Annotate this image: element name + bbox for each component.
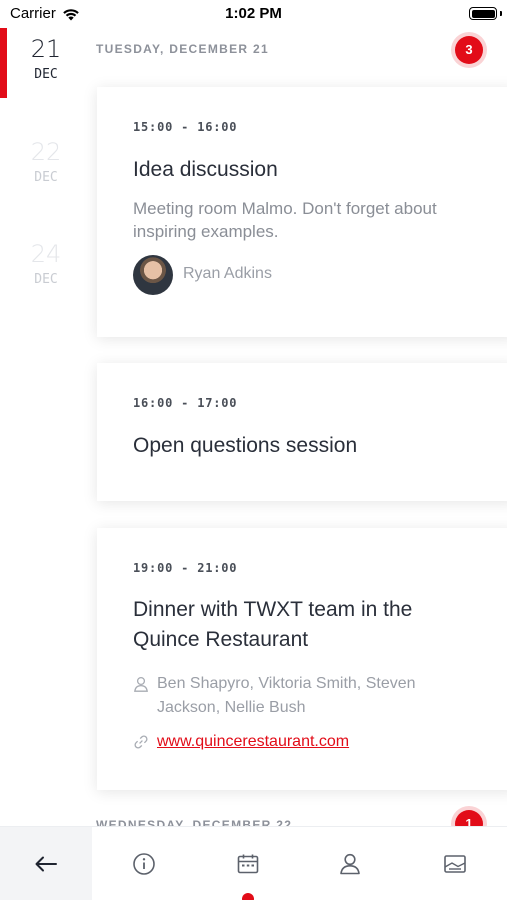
image-icon: [444, 855, 466, 873]
date-day: 22: [30, 138, 62, 166]
event-card[interactable]: 15:00 - 16:00 Idea discussion Meeting ro…: [97, 87, 507, 337]
date-item-22[interactable]: 22 DEC: [0, 137, 92, 187]
event-attendees: Ben Shapyro, Viktoria Smith, Steven Jack…: [157, 675, 416, 716]
status-time: 1:02 PM: [225, 5, 282, 22]
battery-tip: [500, 11, 502, 16]
tab-calendar[interactable]: [233, 849, 263, 879]
event-count-badge: 3: [455, 36, 483, 64]
date-day: 24: [30, 240, 62, 268]
organizer-name: Ryan Adkins: [183, 265, 272, 282]
tab-gallery[interactable]: [440, 849, 470, 879]
attendees-icon: [134, 676, 148, 692]
status-bar: Carrier 1:02 PM: [0, 0, 507, 28]
date-day: 21: [30, 35, 62, 63]
app-screen: Carrier 1:02 PM 21 DEC 22 DEC 24 DEC TUE…: [0, 0, 507, 900]
event-time: 19:00 - 21:00: [133, 561, 238, 575]
tab-info[interactable]: [129, 849, 159, 879]
event-website-link[interactable]: www.quincerestaurant.com: [157, 733, 349, 751]
date-month: DEC: [34, 170, 58, 185]
active-tab-indicator: [242, 893, 254, 900]
event-card[interactable]: 19:00 - 21:00 Dinner with TWXT team in t…: [97, 528, 507, 790]
calendar-icon: [237, 854, 259, 874]
date-rail: 21 DEC 22 DEC 24 DEC: [0, 28, 92, 826]
event-title: Dinner with TWXT team in the Quince Rest…: [133, 598, 413, 651]
date-item-24[interactable]: 24 DEC: [0, 239, 92, 289]
date-month: DEC: [34, 67, 58, 82]
back-button[interactable]: [0, 827, 92, 900]
event-time: 16:00 - 17:00: [133, 396, 238, 410]
event-title: Idea discussion: [133, 158, 278, 181]
bottom-tab-bar: [0, 826, 507, 900]
tab-profile[interactable]: [335, 849, 365, 879]
section-date-title: TUESDAY, DECEMBER 21: [96, 42, 269, 56]
date-item-21[interactable]: 21 DEC: [0, 34, 92, 84]
date-month: DEC: [34, 272, 58, 287]
day-section-header: TUESDAY, DECEMBER 21 3: [96, 36, 507, 64]
person-icon: [340, 853, 360, 875]
arrow-left-icon: [35, 856, 57, 872]
avatar: [133, 255, 173, 295]
link-icon: [134, 735, 148, 749]
info-icon: [133, 853, 155, 875]
event-card[interactable]: 16:00 - 17:00 Open questions session: [97, 363, 507, 501]
event-description: Meeting room Malmo. Don't forget about i…: [133, 199, 437, 241]
event-title: Open questions session: [133, 434, 358, 457]
event-time: 15:00 - 16:00: [133, 120, 238, 134]
battery-icon: [469, 7, 497, 20]
